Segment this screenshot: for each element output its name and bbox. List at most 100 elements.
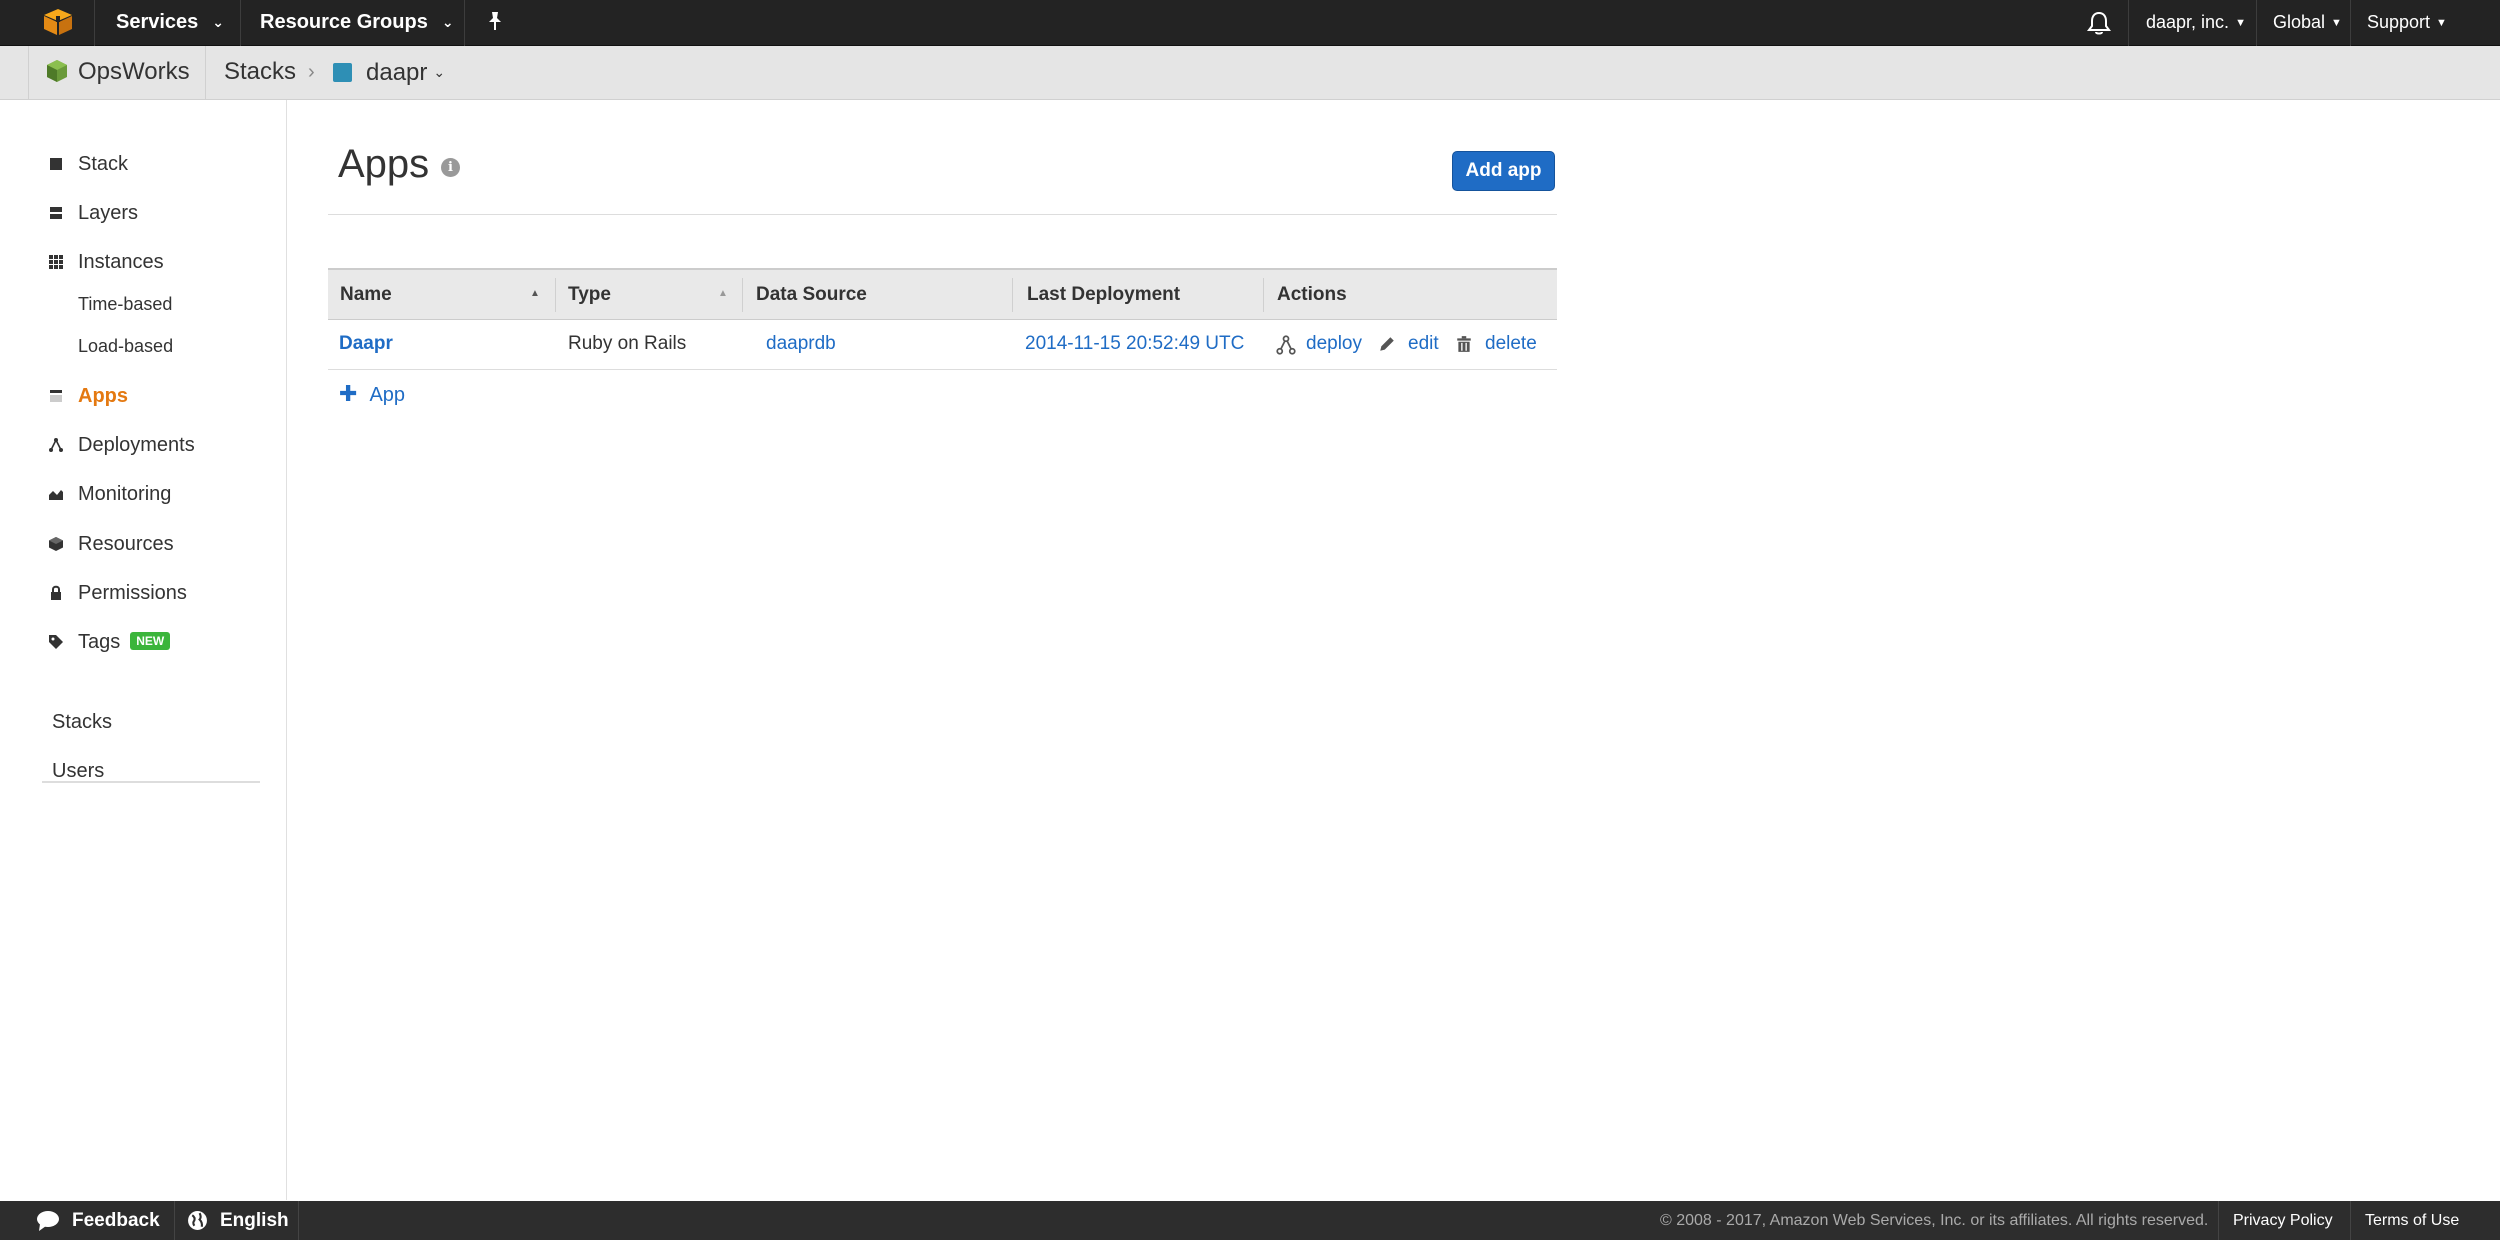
sidebar-subitem-time-based[interactable]: Time-based bbox=[78, 290, 172, 318]
sidebar-item-label: Monitoring bbox=[78, 483, 172, 505]
breadcrumb-stacks[interactable]: Stacks bbox=[224, 46, 296, 98]
aws-logo-icon[interactable] bbox=[40, 7, 76, 37]
terms-of-use-link[interactable]: Terms of Use bbox=[2365, 1201, 2459, 1240]
chevron-down-icon: ⌄ bbox=[441, 14, 454, 30]
column-divider bbox=[1263, 278, 1264, 312]
services-menu[interactable]: Services ⌄ bbox=[116, 0, 224, 46]
app-name-link[interactable]: Daapr bbox=[339, 320, 393, 368]
new-badge: NEW bbox=[130, 632, 171, 650]
caret-down-icon: ▼ bbox=[2331, 17, 2342, 29]
last-deployment-link[interactable]: 2014-11-15 20:52:49 UTC bbox=[1025, 320, 1244, 368]
edit-label: edit bbox=[1408, 333, 1439, 354]
column-header-actions: Actions bbox=[1277, 284, 1347, 305]
globe-icon bbox=[188, 1211, 207, 1230]
sidebar-link-users[interactable]: Users bbox=[52, 755, 104, 787]
support-label: Support bbox=[2367, 12, 2431, 32]
sidebar-subitem-load-based[interactable]: Load-based bbox=[78, 332, 173, 360]
opsworks-logo-icon bbox=[47, 60, 67, 82]
account-menu[interactable]: daapr, inc. ▼ bbox=[2146, 0, 2246, 46]
lock-icon bbox=[51, 585, 61, 600]
info-icon[interactable]: i bbox=[441, 158, 460, 177]
stack-name-label: daapr bbox=[366, 59, 428, 86]
edit-action[interactable]: edit bbox=[1378, 320, 1448, 368]
column-divider bbox=[1012, 278, 1013, 312]
add-app-link[interactable]: ✚ App bbox=[339, 380, 405, 408]
nav-divider bbox=[2256, 0, 2257, 46]
nav-divider bbox=[2350, 0, 2351, 46]
sidebar-item-label: Resources bbox=[78, 533, 174, 555]
nav-divider bbox=[94, 0, 95, 46]
feedback-button[interactable]: Feedback bbox=[72, 1201, 160, 1240]
layers-icon bbox=[50, 207, 62, 219]
page-title: Apps bbox=[338, 142, 430, 186]
pin-icon[interactable] bbox=[484, 10, 506, 32]
footer-divider bbox=[298, 1201, 299, 1240]
bell-icon[interactable] bbox=[2086, 10, 2112, 36]
sidebar-item-label: Deployments bbox=[78, 434, 195, 456]
title-divider bbox=[328, 214, 1557, 215]
apps-icon bbox=[50, 390, 62, 402]
footer: Feedback English © 2008 - 2017, Amazon W… bbox=[0, 1201, 2500, 1240]
region-menu[interactable]: Global ▼ bbox=[2273, 0, 2342, 46]
sidebar-item-label: Apps bbox=[78, 385, 128, 407]
stack-color-icon bbox=[333, 63, 352, 82]
column-divider bbox=[555, 278, 556, 312]
breadcrumb-separator: › bbox=[308, 61, 315, 83]
column-header-name[interactable]: Name bbox=[340, 270, 392, 320]
sort-icon[interactable]: ▲ bbox=[718, 270, 728, 318]
deploy-icon bbox=[1276, 335, 1296, 355]
language-selector[interactable]: English bbox=[220, 1201, 289, 1240]
stack-icon bbox=[50, 158, 62, 170]
sidebar-item-label: Stack bbox=[78, 153, 129, 175]
add-app-button[interactable]: Add app bbox=[1452, 151, 1555, 191]
plus-icon: ✚ bbox=[339, 381, 358, 406]
privacy-policy-link[interactable]: Privacy Policy bbox=[2233, 1201, 2333, 1240]
deployments-icon bbox=[49, 438, 63, 452]
footer-divider bbox=[2350, 1201, 2351, 1240]
pencil-icon bbox=[1380, 337, 1394, 351]
delete-action[interactable]: delete bbox=[1455, 320, 1555, 368]
column-divider bbox=[742, 278, 743, 312]
chevron-down-icon: ⌄ bbox=[212, 14, 225, 30]
tag-icon bbox=[49, 635, 63, 649]
footer-divider bbox=[2218, 1201, 2219, 1240]
caret-down-icon: ▼ bbox=[2436, 17, 2447, 29]
caret-down-icon: ▼ bbox=[2235, 17, 2246, 29]
deploy-action[interactable]: deploy bbox=[1276, 320, 1376, 368]
top-navigation-bar: Services ⌄ Resource Groups ⌄ daapr, inc. ▼ … bbox=[0, 0, 2500, 46]
table-header: Name ▲ Type ▲ Data Source Last Deploymen… bbox=[328, 268, 1557, 320]
sidebar: Stack Layers Instances Time-based Load-b… bbox=[0, 100, 287, 1200]
resources-icon bbox=[49, 537, 63, 551]
table-row: Daapr Ruby on Rails daaprdb 2014-11-15 2… bbox=[328, 320, 1557, 370]
data-source-link[interactable]: daaprdb bbox=[766, 320, 836, 368]
column-header-last-deployment[interactable]: Last Deployment bbox=[1027, 270, 1180, 320]
sort-ascending-icon[interactable]: ▲ bbox=[530, 270, 540, 318]
column-header-type[interactable]: Type bbox=[568, 270, 611, 320]
sidebar-item-label: Instances bbox=[78, 251, 164, 273]
account-label: daapr, inc. bbox=[2146, 12, 2230, 32]
sidebar-item-label: Tags bbox=[78, 631, 121, 653]
sidebar-link-stacks[interactable]: Stacks bbox=[52, 706, 112, 738]
nav-divider bbox=[464, 0, 465, 46]
app-type: Ruby on Rails bbox=[568, 333, 687, 354]
footer-divider bbox=[174, 1201, 175, 1240]
stack-switcher[interactable]: daapr ⌄ bbox=[366, 46, 445, 99]
monitoring-icon bbox=[49, 490, 63, 500]
resource-groups-label: Resource Groups bbox=[260, 11, 428, 33]
add-app-label: App bbox=[369, 384, 406, 406]
copyright-text: © 2008 - 2017, Amazon Web Services, Inc.… bbox=[1660, 1212, 2209, 1229]
nav-divider bbox=[2128, 0, 2129, 46]
column-header-data-source[interactable]: Data Source bbox=[756, 270, 867, 320]
service-name-link[interactable]: OpsWorks bbox=[78, 46, 190, 98]
sidebar-item-label: Permissions bbox=[78, 582, 187, 604]
sidebar-item-label: Layers bbox=[78, 202, 139, 224]
resource-groups-menu[interactable]: Resource Groups ⌄ bbox=[260, 0, 454, 46]
region-label: Global bbox=[2273, 12, 2326, 32]
nav-divider bbox=[240, 0, 241, 46]
chevron-down-icon: ⌄ bbox=[433, 64, 446, 80]
trash-icon bbox=[1457, 336, 1471, 352]
support-menu[interactable]: Support ▼ bbox=[2367, 0, 2447, 46]
speech-bubble-icon bbox=[37, 1211, 59, 1231]
deploy-label: deploy bbox=[1306, 333, 1362, 354]
instances-icon bbox=[49, 255, 63, 269]
